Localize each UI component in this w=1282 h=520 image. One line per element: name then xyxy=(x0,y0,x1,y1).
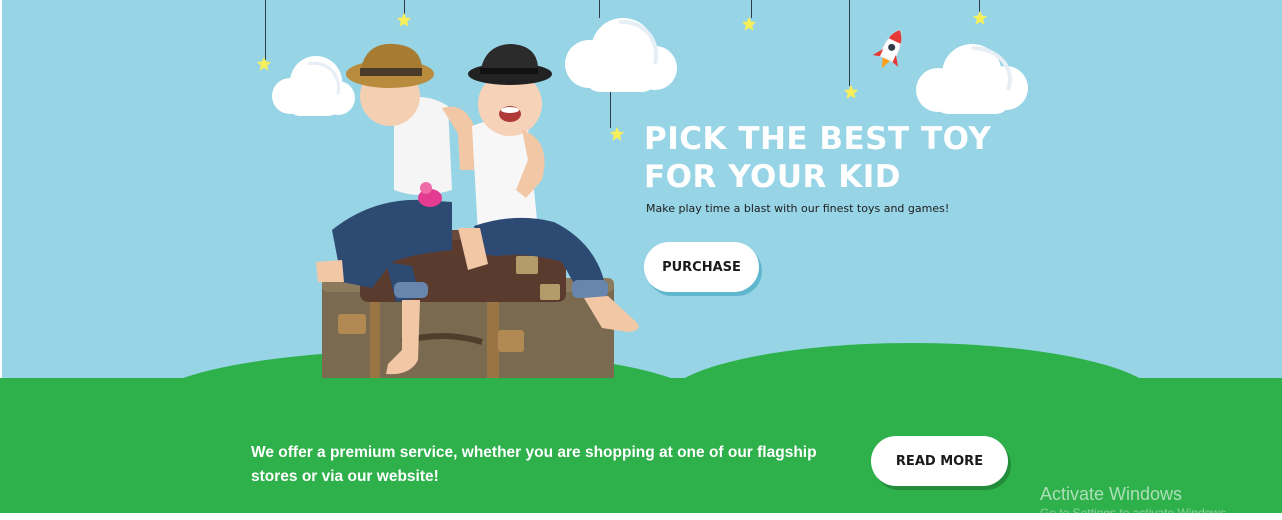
offer-text: We offer a premium service, whether you … xyxy=(251,441,851,489)
rocket-icon xyxy=(872,29,902,69)
cloud-icon xyxy=(916,44,1028,114)
hero-headline: PICK THE BEST TOY FOR YOUR KID xyxy=(644,120,991,196)
activate-windows-watermark: Activate Windows xyxy=(1040,484,1183,504)
star-icon xyxy=(972,10,988,25)
star-icon xyxy=(396,12,412,27)
kids-on-suitcases-photo xyxy=(316,43,639,400)
star-icon xyxy=(741,16,757,31)
star-icon xyxy=(843,84,859,99)
read-more-button[interactable]: READ MORE xyxy=(871,436,1008,486)
hero-banner: PICK THE BEST TOY FOR YOUR KID Make play… xyxy=(2,0,1282,414)
headline-line-1: PICK THE BEST TOY xyxy=(644,121,992,157)
offer-text-line-2: stores or via our website! xyxy=(251,468,439,485)
purchase-button[interactable]: PURCHASE xyxy=(644,242,759,292)
hanging-string xyxy=(849,0,850,86)
headline-line-2: FOR YOUR KID xyxy=(644,159,902,195)
hero-subtitle: Make play time a blast with our finest t… xyxy=(646,202,950,215)
hanging-string xyxy=(265,0,266,60)
offer-text-line-1: We offer a premium service, whether you … xyxy=(251,444,817,461)
activate-windows-subtitle: Go to Settings to activate Windows. xyxy=(1040,506,1230,520)
